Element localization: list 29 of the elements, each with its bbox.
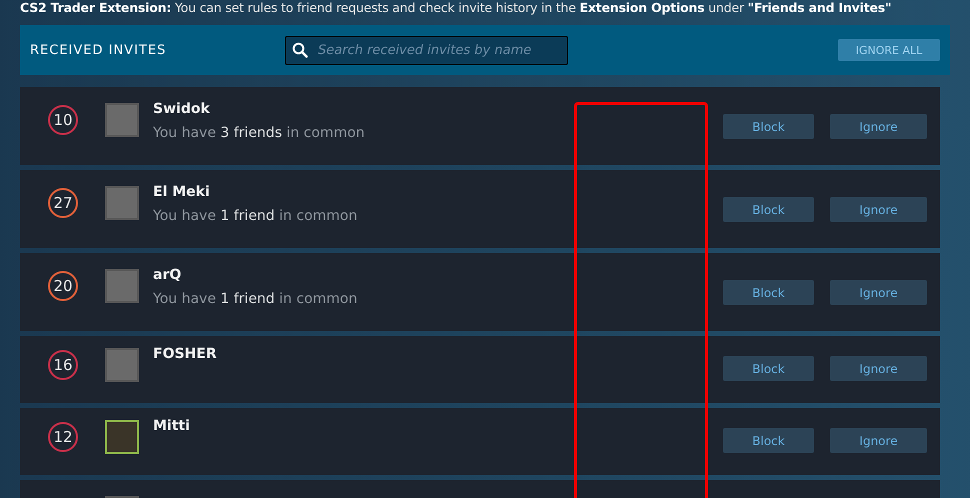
- ignore-button[interactable]: Ignore: [830, 114, 927, 139]
- ignore-button[interactable]: Ignore: [830, 197, 927, 222]
- level-badge: 16: [48, 350, 78, 380]
- avatar-placeholder[interactable]: [105, 420, 139, 454]
- level-badge: 10: [48, 105, 78, 135]
- user-name[interactable]: Mitti: [153, 418, 190, 434]
- block-button[interactable]: Block: [723, 280, 814, 305]
- block-button[interactable]: Block: [723, 114, 814, 139]
- level-badge: 20: [48, 271, 78, 301]
- user-name[interactable]: FOSHER: [153, 346, 217, 362]
- user-name[interactable]: arQ: [153, 267, 358, 283]
- block-button[interactable]: Block: [723, 356, 814, 381]
- section-title: RECEIVED INVITES: [30, 42, 168, 58]
- user-name[interactable]: Swidok: [153, 101, 365, 117]
- level-badge: 27: [48, 188, 78, 218]
- notice-text: CS2 Trader Extension: You can set rules to friend requests and check invite history in the Extension Options under "Friends and Invites": [19, 0, 892, 17]
- ignore-button[interactable]: Ignore: [830, 428, 927, 453]
- search-icon: [292, 42, 308, 58]
- friends-in-common-text: You have 1 friend in common: [153, 208, 358, 224]
- friends-in-common-text: You have 3 friends in common: [153, 125, 365, 141]
- user-name[interactable]: El Meki: [153, 184, 358, 200]
- friends-in-common-text: You have 1 friend in common: [153, 291, 358, 307]
- level-badge: 12: [48, 422, 78, 452]
- ignore-button[interactable]: Ignore: [830, 280, 927, 305]
- search-field[interactable]: Search received invites by name: [285, 36, 568, 64]
- ignore-all-button[interactable]: IGNORE ALL: [838, 39, 940, 61]
- ignore-button[interactable]: Ignore: [830, 356, 927, 381]
- block-button[interactable]: Block: [723, 428, 814, 453]
- block-button[interactable]: Block: [723, 197, 814, 222]
